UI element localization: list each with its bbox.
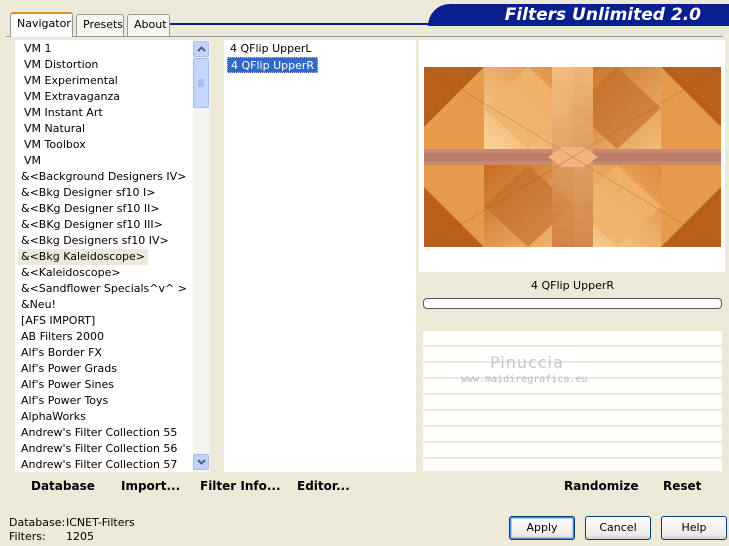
parameter-row [423, 331, 722, 345]
category-item[interactable]: Andrew's Filter Collection 55 [18, 425, 180, 441]
category-item[interactable]: VM Instant Art [21, 105, 106, 121]
category-item[interactable]: &<Bkg Designers sf10 IV> [18, 233, 172, 249]
reset-button[interactable]: Reset [663, 479, 701, 493]
category-list[interactable]: VM 1 VM Distortion VM Experimental VM Extra… [15, 40, 193, 472]
filter-list[interactable]: 4 QFlip UpperL 4 QFlip UpperR [224, 40, 416, 472]
category-item[interactable]: Andrew's Filter Collection 56 [18, 441, 180, 457]
category-item[interactable]: &<Background Designers IV> [18, 169, 189, 185]
tab-navigator[interactable]: Navigator [10, 12, 73, 37]
category-item[interactable]: &<Sandflower Specials^v^ > [18, 281, 190, 297]
editor-button[interactable]: Editor... [297, 479, 350, 493]
category-item[interactable]: [AFS IMPORT] [18, 313, 98, 329]
parameter-row [423, 315, 722, 329]
category-item[interactable]: VM Toolbox [21, 137, 89, 153]
tab-presets[interactable]: Presets [76, 14, 124, 36]
category-item[interactable]: Alf's Border FX [18, 345, 105, 361]
category-item[interactable]: Alf's Power Toys [18, 393, 111, 409]
filters-count-value: 1205 [66, 530, 94, 543]
scroll-down-button[interactable] [193, 454, 209, 470]
scroll-thumb[interactable] [193, 58, 209, 108]
database-label: Database: [9, 516, 66, 529]
category-item[interactable]: &<BKg Designer sf10 III> [18, 217, 166, 233]
import-button[interactable]: Import... [121, 479, 180, 493]
filter-item[interactable]: 4 QFlip UpperR [227, 57, 319, 73]
category-item[interactable]: Alf's Power Sines [18, 377, 117, 393]
filter-item[interactable]: 4 QFlip UpperL [227, 41, 315, 57]
apply-button[interactable]: Apply [509, 516, 575, 540]
category-item[interactable]: Alf's Power Grads [18, 361, 120, 377]
filter-preview-image [424, 67, 721, 247]
filter-info-button[interactable]: Filter Info... [200, 479, 281, 493]
category-item[interactable]: &<Bkg Kaleidoscope> [18, 249, 149, 265]
parameter-row [423, 443, 722, 457]
category-item[interactable]: VM Natural [21, 121, 88, 137]
chevron-down-icon [196, 459, 206, 465]
parameter-row [423, 347, 722, 361]
category-scrollbar[interactable] [193, 40, 210, 472]
parameter-row [423, 427, 722, 441]
parameter-row [423, 411, 722, 425]
category-item[interactable]: &<Bkg Designer sf10 I> [18, 185, 159, 201]
category-item[interactable]: &<Kaleidoscope> [18, 265, 124, 281]
grip-icon [198, 79, 204, 87]
cancel-button[interactable]: Cancel [585, 516, 651, 540]
watermark-url: www.maidiregrafica.eu [461, 374, 588, 385]
filters-count-label: Filters: [9, 530, 46, 543]
banner-underline [170, 23, 430, 25]
randomize-button[interactable]: Randomize [564, 479, 638, 493]
database-button[interactable]: Database [31, 479, 95, 493]
category-item[interactable]: VM Experimental [21, 73, 121, 89]
category-item[interactable]: &<BKg Designer sf10 II> [18, 201, 163, 217]
category-item[interactable]: AB Filters 2000 [18, 329, 107, 345]
category-item[interactable]: Andrew's Filter Collection 57 [18, 457, 180, 473]
watermark-name: Pinuccia [490, 353, 564, 372]
chevron-up-icon [196, 46, 206, 52]
help-button[interactable]: Help [661, 516, 727, 540]
tab-about[interactable]: About [127, 14, 170, 36]
category-item[interactable]: VM 1 [21, 41, 55, 57]
category-item[interactable]: &Neu! [18, 297, 59, 313]
category-item[interactable]: VM Extravaganza [21, 89, 123, 105]
tab-strip-border [6, 36, 723, 37]
app-title-banner: Filters Unlimited 2.0 [428, 4, 729, 26]
selected-filter-name: 4 QFlip UpperR [423, 274, 722, 298]
scroll-up-button[interactable] [193, 41, 209, 57]
parameter-row [423, 459, 722, 471]
category-item[interactable]: VM [21, 153, 44, 169]
progress-bar [423, 298, 722, 309]
category-item[interactable]: VM Distortion [21, 57, 101, 73]
category-item[interactable]: AlphaWorks [18, 409, 89, 425]
parameter-row [423, 395, 722, 409]
database-value: ICNET-Filters [66, 516, 135, 529]
